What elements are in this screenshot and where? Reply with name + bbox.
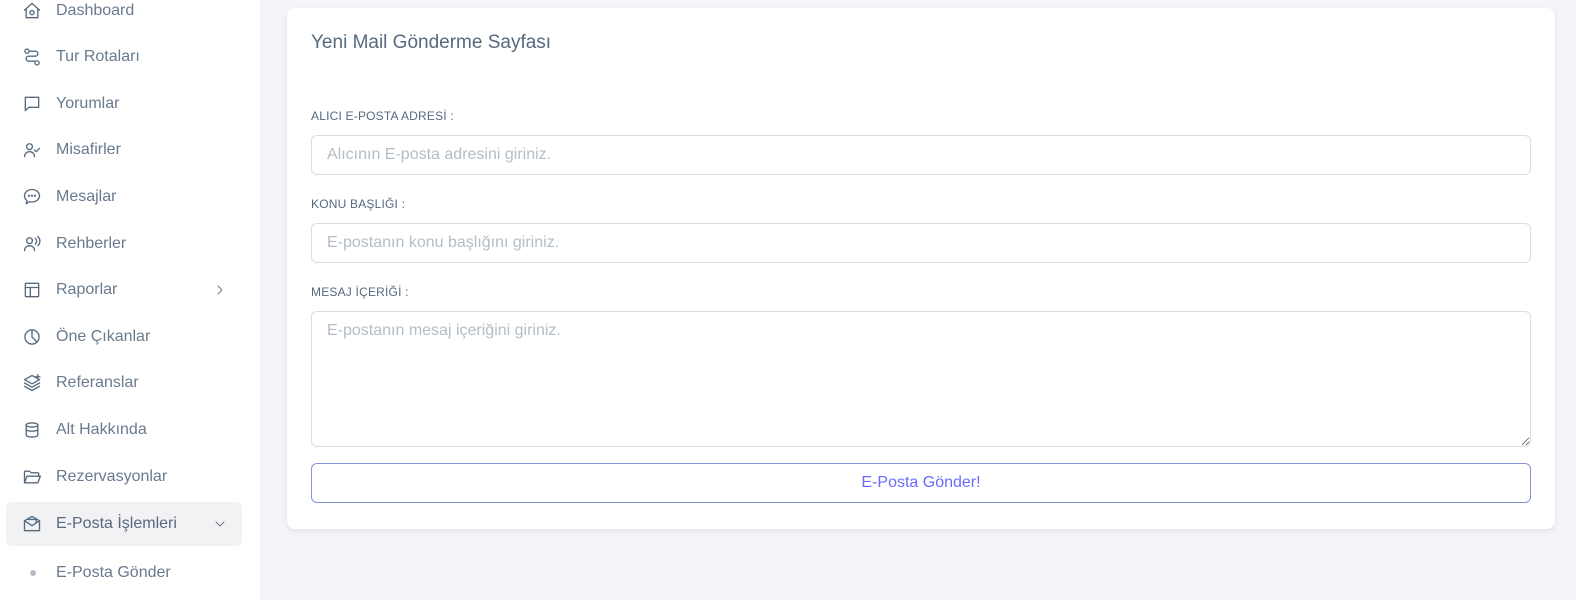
sidebar-item-label: Misafirler bbox=[56, 141, 121, 158]
sidebar-item-label: E-Posta İşlemleri bbox=[56, 515, 177, 532]
mail-form-card: Yeni Mail Gönderme Sayfası ALICI E-POSTA… bbox=[287, 8, 1555, 529]
layout-icon bbox=[22, 280, 42, 300]
user-check-icon bbox=[22, 140, 42, 160]
sidebar-subitem-eposta-gonder[interactable]: E-Posta Gönder bbox=[6, 553, 242, 593]
sidebar-item-misafirler[interactable]: Misafirler bbox=[6, 128, 242, 172]
body-label: MESAJ İÇERİĞİ : bbox=[311, 285, 409, 299]
folder-open-icon bbox=[22, 467, 42, 487]
chevron-right-icon bbox=[212, 282, 228, 298]
sidebar-item-dashboard[interactable]: Dashboard bbox=[6, 0, 242, 33]
send-email-button[interactable]: E-Posta Gönder! bbox=[311, 463, 1531, 503]
cylinder-icon bbox=[22, 420, 42, 440]
sidebar-item-one-cikanlar[interactable]: Öne Çıkanlar bbox=[6, 315, 242, 359]
layer-plus-icon bbox=[22, 373, 42, 393]
sidebar-item-rehberler[interactable]: Rehberler bbox=[6, 222, 242, 266]
sidebar-item-label: Öne Çıkanlar bbox=[56, 328, 151, 345]
message-dots-icon bbox=[22, 187, 42, 207]
sidebar-item-alt-hakkinda[interactable]: Alt Hakkında bbox=[6, 408, 242, 452]
sidebar-item-label: Dashboard bbox=[56, 2, 135, 19]
sidebar-item-label: Referanslar bbox=[56, 374, 139, 391]
sidebar-item-label: Yorumlar bbox=[56, 95, 120, 112]
sidebar-item-label: Rezervasyonlar bbox=[56, 468, 168, 485]
sidebar-item-label: Alt Hakkında bbox=[56, 421, 147, 438]
sidebar-item-label: Rehberler bbox=[56, 235, 127, 252]
sidebar-item-referanslar[interactable]: Referanslar bbox=[6, 361, 242, 405]
recipient-email-input[interactable] bbox=[311, 135, 1531, 175]
sidebar-item-tur-rotalari[interactable]: Tur Rotaları bbox=[6, 35, 242, 79]
sidebar: Dashboard Tur Rotaları Yorumlar Misafirl… bbox=[0, 0, 260, 600]
comment-icon bbox=[22, 94, 42, 114]
sidebar-item-yorumlar[interactable]: Yorumlar bbox=[6, 82, 242, 126]
sidebar-item-label: Raporlar bbox=[56, 281, 118, 298]
sidebar-item-raporlar[interactable]: Raporlar bbox=[6, 268, 242, 312]
sidebar-item-label: Mesajlar bbox=[56, 188, 117, 205]
sidebar-item-eposta-islemleri[interactable]: E-Posta İşlemleri bbox=[6, 502, 242, 546]
pie-chart-icon bbox=[22, 327, 42, 347]
message-body-textarea[interactable] bbox=[311, 311, 1531, 447]
sidebar-item-label: Tur Rotaları bbox=[56, 48, 140, 65]
route-icon bbox=[22, 47, 42, 67]
sidebar-item-rezervasyonlar[interactable]: Rezervasyonlar bbox=[6, 455, 242, 499]
subject-input[interactable] bbox=[311, 223, 1531, 263]
user-voice-icon bbox=[22, 234, 42, 254]
sidebar-item-mesajlar[interactable]: Mesajlar bbox=[6, 175, 242, 219]
chevron-down-icon bbox=[212, 516, 228, 532]
recipient-label: ALICI E-POSTA ADRESİ : bbox=[311, 109, 454, 123]
sidebar-subitem-label: E-Posta Gönder bbox=[56, 564, 171, 581]
envelope-open-icon bbox=[22, 514, 42, 534]
page-title: Yeni Mail Gönderme Sayfası bbox=[311, 32, 552, 53]
home-icon bbox=[22, 1, 42, 21]
bullet-dot bbox=[30, 570, 36, 576]
subject-label: KONU BAŞLIĞI : bbox=[311, 197, 406, 211]
